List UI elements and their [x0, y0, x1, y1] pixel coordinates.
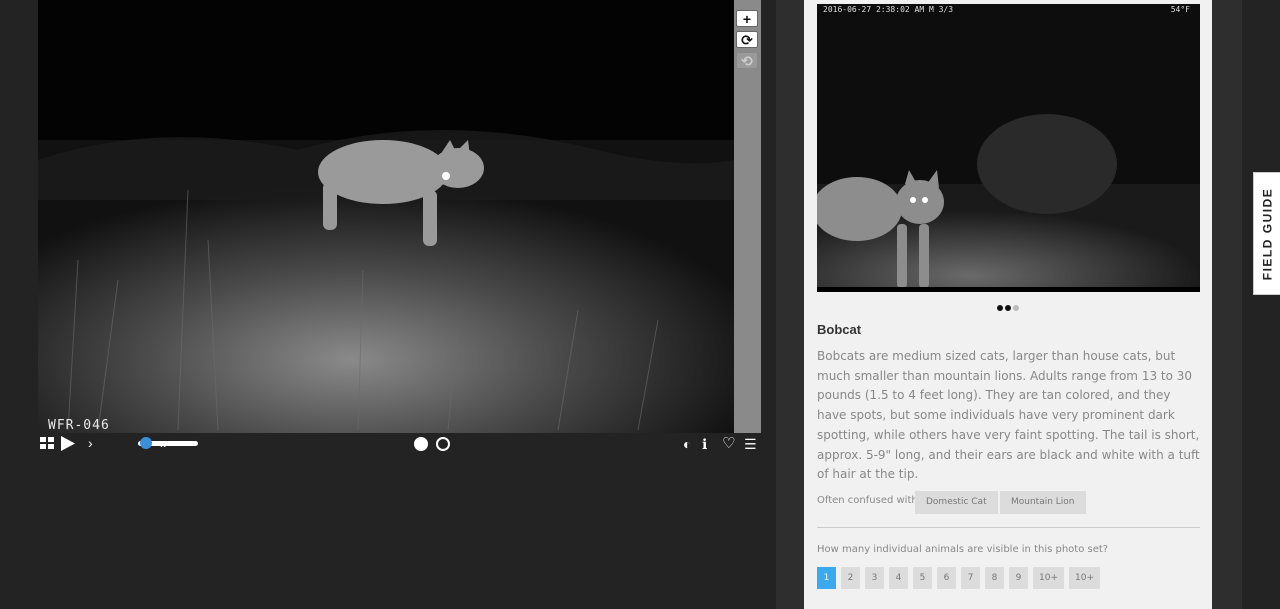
guide-carousel-dots	[804, 298, 1212, 316]
confused-tag-mountain-lion[interactable]: Mountain Lion	[1000, 491, 1086, 514]
invert-icon[interactable]: ◐	[683, 435, 691, 453]
confused-with-label: Often confused with	[817, 495, 918, 506]
guide-photo-timestamp: 2016-06-27 2:38:02 AM M 3/3	[823, 5, 954, 14]
zoom-toolbar: + ⟳ ⟲	[734, 0, 761, 433]
slide-dot-1[interactable]	[414, 437, 428, 451]
panel-gutter	[776, 0, 804, 609]
carousel-dot-1[interactable]	[997, 305, 1003, 311]
panel-gutter-right	[1212, 0, 1242, 609]
list-icon[interactable]: ☰	[744, 435, 757, 453]
faster-icon[interactable]: »	[160, 434, 168, 452]
field-guide-panel: 2016-06-27 2:38:02 AM M 3/3 54°F Bobcat …	[804, 0, 1212, 609]
carousel-dot-2[interactable]	[1005, 305, 1011, 311]
grid-icon[interactable]	[40, 436, 54, 454]
animal-description: Bobcats are medium sized cats, larger th…	[817, 349, 1200, 482]
confused-tag-domestic-cat[interactable]: Domestic Cat	[915, 491, 998, 514]
field-guide-tab-label: FIELD GUIDE	[1260, 187, 1275, 280]
play-icon[interactable]	[60, 435, 76, 456]
zoom-in-button[interactable]: +	[736, 10, 758, 27]
count-button-3[interactable]: 3	[865, 567, 884, 589]
divider	[817, 527, 1200, 528]
count-button-10-plus-alt[interactable]: 10+	[1069, 567, 1100, 589]
count-question: How many individual animals are visible …	[817, 544, 1109, 555]
guide-photo[interactable]: 2016-06-27 2:38:02 AM M 3/3 54°F	[817, 4, 1200, 292]
count-button-4[interactable]: 4	[889, 567, 908, 589]
info-icon[interactable]: ℹ	[702, 435, 707, 453]
guide-photo-temperature: 54°F	[1170, 5, 1190, 14]
favorite-icon[interactable]: ♡	[722, 435, 735, 453]
count-button-1[interactable]: 1	[817, 567, 836, 589]
photo-viewer: WFR-046 + ⟳ ⟲	[38, 0, 761, 433]
animal-name: Bobcat	[817, 322, 862, 337]
count-button-8[interactable]: 8	[985, 567, 1004, 589]
camera-trap-photo[interactable]: WFR-046	[38, 0, 734, 433]
playback-controls: › » ◐ ℹ ♡ ☰	[38, 433, 761, 455]
guide-bobcat-image	[817, 4, 1200, 292]
count-button-6[interactable]: 6	[937, 567, 956, 589]
count-button-10-plus[interactable]: 10+	[1033, 567, 1064, 589]
slide-dot-2[interactable]	[436, 437, 450, 451]
speed-slider-knob[interactable]	[140, 437, 152, 449]
count-buttons: 1 2 3 4 5 6 7 8 9 10+ 10+	[817, 567, 1105, 589]
bobcat-photo-image	[38, 0, 734, 433]
count-button-7[interactable]: 7	[961, 567, 980, 589]
rotate-button[interactable]: ⟲	[736, 52, 758, 69]
count-button-5[interactable]: 5	[913, 567, 932, 589]
count-button-9[interactable]: 9	[1009, 567, 1028, 589]
reset-view-button[interactable]: ⟳	[736, 31, 758, 48]
camera-id-caption: WFR-046	[48, 418, 110, 433]
count-button-2[interactable]: 2	[841, 567, 860, 589]
carousel-dot-3[interactable]	[1013, 305, 1019, 311]
slower-icon[interactable]: ›	[88, 434, 93, 452]
field-guide-tab[interactable]: FIELD GUIDE	[1253, 172, 1280, 295]
